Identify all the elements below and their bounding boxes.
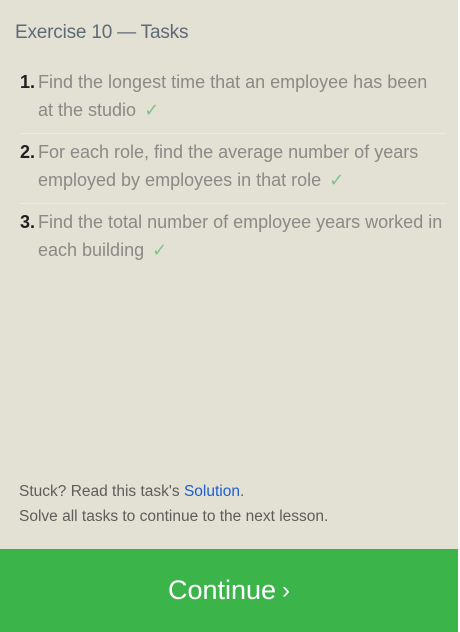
stuck-line: Stuck? Read this task's Solution. [19,479,328,504]
stuck-text: Stuck? Read this task's [19,483,184,500]
task-item-3: 3. Find the total number of employee yea… [20,204,446,273]
chevron-right-icon: › [282,576,291,604]
task-text: For each role, find the average number o… [38,142,419,190]
help-footer: Stuck? Read this task's Solution. Solve … [19,479,328,529]
task-text: Find the longest time that an employee h… [38,72,428,120]
checkmark-icon: ✓ [144,100,160,120]
solution-link[interactable]: Solution [184,483,240,500]
tasks-panel: Exercise 10 — Tasks 1. Find the longest … [0,0,458,632]
exercise-title: Exercise 10 — Tasks [15,22,189,43]
checkmark-icon: ✓ [329,170,345,190]
task-number: 2. [20,142,36,162]
task-number: 1. [20,72,36,92]
task-number: 3. [20,212,36,232]
continue-label: Continue [167,575,277,605]
task-item-2: 2. For each role, find the average numbe… [20,134,446,204]
task-list: 1. Find the longest time that an employe… [20,64,446,273]
continue-note: Solve all tasks to continue to the next … [19,508,329,525]
checkmark-icon: ✓ [152,240,168,260]
task-item-1: 1. Find the longest time that an employe… [20,64,446,134]
task-text: Find the total number of employee years … [38,212,443,260]
stuck-suffix: . [239,483,245,500]
continue-button[interactable]: Continue › [0,549,458,632]
